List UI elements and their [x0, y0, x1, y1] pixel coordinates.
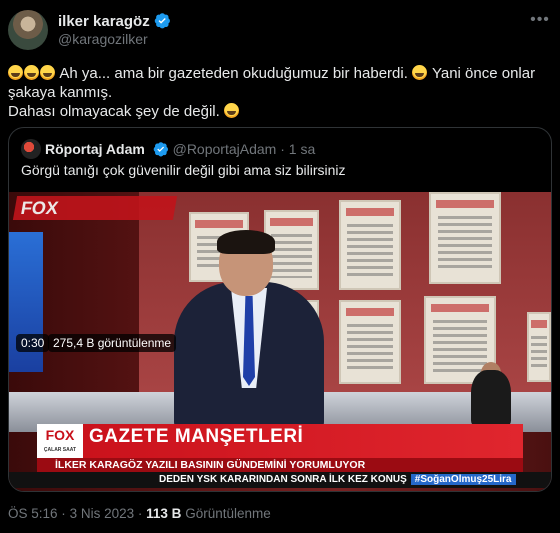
quoted-header: Röportaj Adam @RoportajAdam · 1 sa: [21, 139, 315, 159]
video-duration-badge: 0:30: [16, 334, 50, 352]
tweet-line-1: Ah ya... ama bir gazeteden okuduğumuz bi…: [59, 65, 408, 82]
tweet-line-2: şakaya kanmış.: [8, 84, 113, 101]
grinning-emoji-icon: [412, 65, 428, 80]
laughing-emoji-icon: [40, 65, 55, 80]
author-handle[interactable]: @karagozilker: [58, 31, 148, 47]
quoted-tweet[interactable]: Röportaj Adam @RoportajAdam · 1 sa Görgü…: [8, 127, 552, 492]
anchor-hair: [217, 230, 275, 254]
views-count[interactable]: 113 B: [146, 506, 181, 521]
author-name-row[interactable]: ilker karagöz: [58, 12, 171, 33]
tweet-time[interactable]: ÖS 5:16: [8, 506, 58, 521]
tweet-footer: ÖS 5:16 · 3 Nis 2023 · 113 B Görüntülenm…: [8, 506, 271, 521]
lower-third-title: GAZETE MANŞETLERİ: [89, 426, 304, 447]
avatar[interactable]: [8, 10, 48, 50]
verified-badge-icon: [153, 141, 169, 160]
separator-dot: ·: [280, 141, 285, 157]
sign-language-interpreter: [471, 370, 511, 426]
ticker-hashtag: #SoğanOlmuş25Lira: [410, 474, 516, 485]
laughing-emoji-icon: [24, 65, 39, 80]
quoted-handle: @RoportajAdam: [172, 141, 277, 157]
lower-third-subtitle: İLKER KARAGÖZ YAZILI BASININ GÜNDEMİNİ Y…: [37, 458, 523, 472]
fox-background-logo: FOX: [12, 196, 178, 220]
laughing-emoji-icon: [223, 103, 239, 118]
newspaper: [527, 312, 551, 382]
more-icon[interactable]: •••: [528, 12, 552, 32]
quoted-avatar[interactable]: [21, 139, 41, 159]
quoted-text: Görgü tanığı çok güvenilir değil gibi am…: [21, 162, 346, 178]
tweet-line-1b: Yani önce onlar: [431, 65, 536, 82]
verified-badge-icon[interactable]: [154, 12, 171, 33]
tweet-line-3: Dahası olmayacak şey de değil.: [8, 103, 220, 120]
laughing-emoji-icon: [8, 65, 23, 80]
tweet-text: Ah ya... ama bir gazeteden okuduğumuz bi…: [8, 64, 552, 121]
newspaper: [429, 192, 501, 284]
lower-third-banner: FOX ÇALAR SAAT GAZETE MANŞETLERİ: [37, 424, 523, 458]
separator-dot: ·: [137, 506, 143, 521]
fox-logo: FOX ÇALAR SAAT: [37, 424, 83, 458]
author-name[interactable]: ilker karagöz: [58, 13, 150, 30]
news-ticker: DEDEN YSK KARARINDAN SONRA İLK KEZ KONUŞ…: [9, 472, 551, 488]
ticker-text: DEDEN YSK KARARINDAN SONRA İLK KEZ KONUŞ: [159, 474, 407, 485]
separator-dot: ·: [61, 506, 66, 521]
quoted-author-name[interactable]: Röportaj Adam: [45, 141, 145, 157]
newspaper: [339, 200, 401, 290]
video-views-badge: 275,4 B görüntülenme: [48, 334, 177, 352]
views-label: Görüntülenme: [185, 506, 271, 521]
newspaper: [339, 300, 401, 384]
tweet-header: ilker karagöz @karagozilker •••: [8, 10, 552, 50]
tweet-date[interactable]: 3 Nis 2023: [70, 506, 135, 521]
quoted-timestamp[interactable]: 1 sa: [289, 141, 315, 157]
